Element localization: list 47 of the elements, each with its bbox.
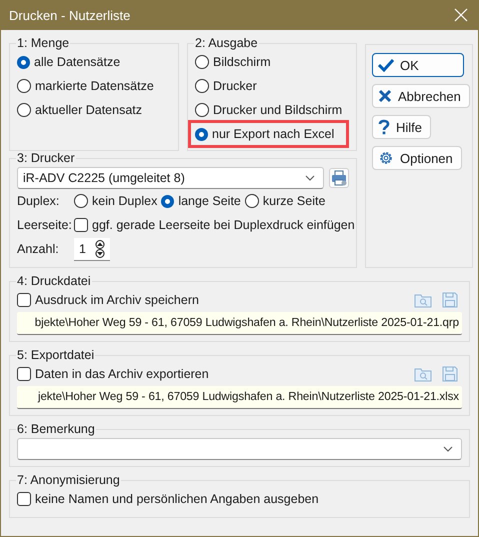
count-spinner[interactable]: 1 — [74, 238, 110, 260]
radio-option[interactable]: lange Seite — [161, 190, 241, 212]
question-mark-icon — [378, 119, 390, 135]
cancel-button[interactable]: Abbrechen — [372, 84, 470, 108]
printer-icon — [331, 170, 347, 186]
remark-dropdown[interactable] — [17, 438, 462, 460]
checkbox-option[interactable]: keine Namen und persönlichen Angaben ausgeben — [17, 487, 462, 511]
printer-settings-button[interactable] — [329, 168, 349, 188]
options-button[interactable]: Optionen — [372, 146, 462, 170]
group-title: 2: Ausgabe — [194, 36, 259, 50]
spin-arrows-icon — [94, 240, 106, 258]
checkbox-option[interactable]: ggf. gerade Leerseite bei Duplexdruck einfügen — [74, 214, 355, 236]
duplex-label: Duplex: — [17, 194, 60, 208]
radio-option[interactable]: Drucker — [195, 74, 349, 98]
folder-search-icon[interactable] — [414, 292, 432, 308]
radio-option[interactable]: markierte Datensätze — [17, 74, 171, 98]
x-icon — [378, 89, 392, 103]
chevron-icon — [443, 446, 453, 452]
radio-option[interactable]: aktueller Datensatz — [17, 98, 171, 122]
radio-option[interactable]: Drucker und Bildschirm — [195, 98, 349, 122]
group-title: 1: Menge — [16, 36, 70, 50]
group-title: 6: Bemerkung — [16, 422, 96, 436]
ok-button[interactable]: OK — [372, 53, 464, 77]
radio-option[interactable]: Bildschirm — [195, 50, 349, 74]
save-icon[interactable] — [442, 292, 458, 308]
checkbox-option[interactable]: Ausdruck im Archiv speichern — [17, 288, 199, 312]
save-icon[interactable] — [442, 366, 458, 382]
printer-dropdown[interactable]: iR-ADV C2225 (umgeleitet 8) — [17, 167, 324, 189]
group-title: 3: Drucker — [16, 151, 76, 165]
radio-option[interactable]: kein Duplex — [74, 190, 158, 212]
radio-option[interactable]: alle Datensätze — [17, 50, 171, 74]
checkmark-icon — [378, 58, 394, 72]
file-path-field[interactable]: jekte\Hoher Weg 59 - 61, 67059 Ludwigshafen a. Rhein\Nutzerliste 2025-01-21.xlsx — [17, 386, 462, 409]
group-title: 5: Exportdatei — [16, 348, 96, 362]
count-label: Anzahl: — [17, 242, 60, 256]
file-path-field[interactable]: bjekte\Hoher Weg 59 - 61, 67059 Ludwigshafen a. Rhein\Nutzerliste 2025-01-21.qrp — [17, 312, 462, 335]
window-title: Drucken - Nutzerliste — [9, 8, 130, 22]
gear-icon — [378, 150, 394, 166]
help-button[interactable]: Hilfe — [372, 115, 432, 139]
checkbox-option[interactable]: Daten in das Archiv exportieren — [17, 362, 209, 386]
close-icon[interactable] — [454, 8, 468, 22]
blank-page-label: Leerseite: — [17, 218, 73, 232]
chevron-icon — [305, 175, 315, 181]
folder-search-icon[interactable] — [414, 366, 432, 382]
radio-option[interactable]: kurze Seite — [244, 190, 326, 212]
group-title: 7: Anonymisierung — [16, 473, 121, 487]
group-title: 4: Druckdatei — [16, 274, 92, 288]
